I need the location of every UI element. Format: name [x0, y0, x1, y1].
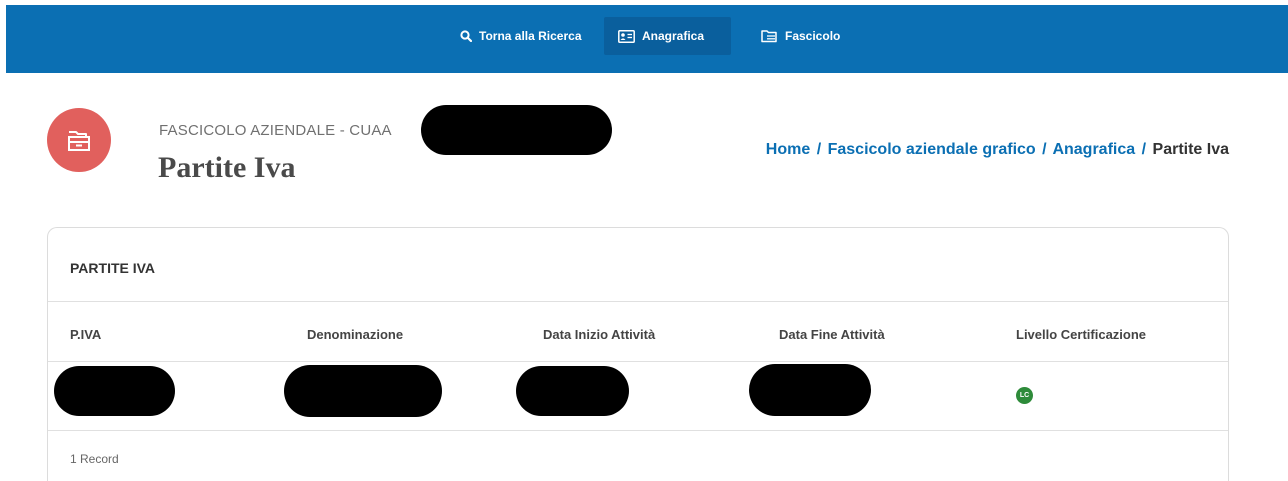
divider: [48, 361, 1228, 362]
search-icon: [460, 30, 472, 42]
breadcrumb-separator: /: [816, 141, 822, 158]
back-to-search-label: Torna alla Ricerca: [479, 29, 582, 43]
redacted-piva: [54, 366, 175, 416]
breadcrumb-fascicolo-grafico[interactable]: Fascicolo aziendale grafico: [828, 141, 1036, 158]
divider: [48, 430, 1228, 431]
folder-icon: [761, 30, 777, 43]
fascicolo-label: Fascicolo: [785, 29, 841, 43]
folder-archive-icon: [47, 108, 111, 172]
breadcrumb: Home / Fascicolo aziendale grafico / Ana…: [766, 141, 1229, 159]
column-header-livello-certificazione: Livello Certificazione: [1016, 327, 1147, 342]
breadcrumb-home[interactable]: Home: [766, 141, 810, 158]
redacted-data-fine: [749, 364, 871, 416]
column-header-denominazione: Denominazione: [307, 327, 404, 342]
column-header-piva: P.IVA: [70, 327, 102, 342]
card-title: PARTITE IVA: [70, 260, 156, 276]
breadcrumb-separator: /: [1042, 141, 1047, 158]
breadcrumb-separator: /: [1141, 141, 1147, 158]
breadcrumb-current: Partite Iva: [1152, 141, 1229, 158]
breadcrumb-anagrafica[interactable]: Anagrafica: [1052, 141, 1135, 158]
back-to-search-button[interactable]: Torna alla Ricerca: [446, 17, 596, 55]
anagrafica-tab[interactable]: Anagrafica: [604, 17, 731, 55]
partite-iva-card: PARTITE IVA P.IVA Denominazione Data Ini…: [47, 227, 1229, 481]
redacted-cuaa: [421, 105, 612, 155]
page-subtitle: FASCICOLO AZIENDALE - CUAA: [159, 122, 392, 139]
divider: [48, 301, 1228, 302]
certification-badge: LC: [1016, 387, 1033, 404]
fascicolo-tab[interactable]: Fascicolo: [747, 17, 854, 55]
column-header-data-inizio: Data Inizio Attività: [543, 327, 656, 342]
column-header-data-fine: Data Fine Attività: [779, 327, 885, 342]
redacted-data-inizio: [516, 366, 629, 416]
record-count: 1 Record: [70, 452, 119, 466]
id-card-icon: [618, 29, 635, 43]
page-title: Partite Iva: [158, 151, 296, 184]
anagrafica-label: Anagrafica: [642, 29, 705, 43]
redacted-denominazione: [284, 365, 442, 417]
top-navbar: Torna alla Ricerca Anagrafica Fascicolo: [6, 5, 1288, 73]
